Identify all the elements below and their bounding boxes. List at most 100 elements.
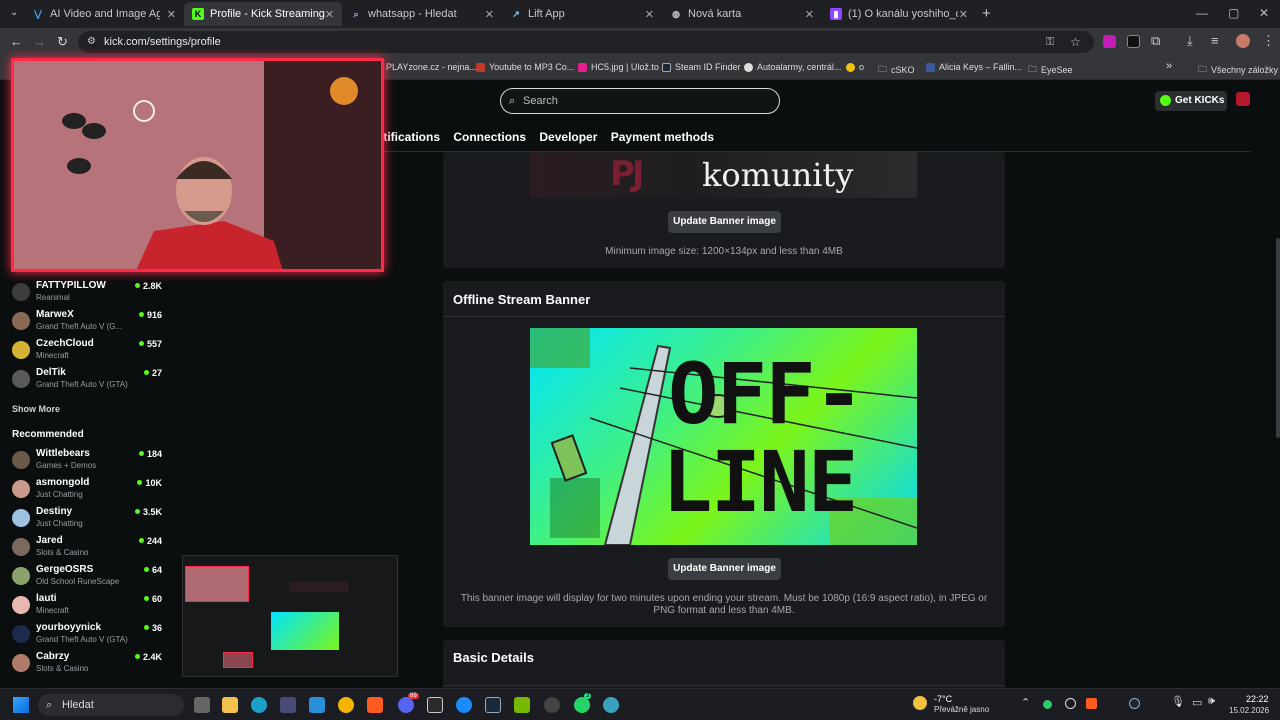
media-control-icon[interactable]: ≡ (1211, 33, 1219, 48)
user-avatar[interactable] (1236, 92, 1250, 106)
show-more-link[interactable]: Show More (12, 404, 60, 414)
autoalarmy-icon (744, 62, 753, 72)
bookmark-label: Autoalarmy, centrál... (757, 62, 842, 72)
tab-notifications[interactable]: otifications (376, 130, 440, 144)
bookmark-star-icon[interactable]: ☆ (1070, 31, 1081, 53)
get-kicks-button[interactable]: Get KICKs (1155, 91, 1227, 111)
tray-network-icon[interactable]: ▭ (1192, 696, 1202, 709)
back-arrow-icon[interactable]: ← (10, 34, 23, 49)
bookmark-alicia-keys[interactable]: Alicia Keys – Fallin... (926, 62, 1022, 72)
reload-icon[interactable]: ↻ (57, 34, 68, 50)
bookmark-csko[interactable]: 🗀 cSKO (878, 62, 915, 78)
site-info-icon[interactable]: ⚙ (87, 31, 96, 53)
forward-arrow-icon[interactable]: → (33, 34, 46, 49)
close-icon[interactable]: ✕ (805, 8, 814, 21)
tab-developer[interactable]: Developer (539, 130, 597, 144)
weather-icon[interactable] (913, 696, 927, 710)
tab-ai-video[interactable]: ⋁ AI Video and Image Agent: Aut ✕ (24, 2, 184, 26)
bookmark-autoalarmy[interactable]: Autoalarmy, centrál... (744, 62, 841, 72)
extensions-puzzle-icon[interactable]: ⧉ (1151, 33, 1160, 49)
search-input[interactable]: ⌕ Search (500, 88, 780, 114)
new-tab-plus-icon[interactable]: + (982, 5, 991, 22)
extension-purple-icon[interactable] (1103, 35, 1116, 48)
address-bar[interactable]: ⚙ kick.com/settings/profile ⚿ ☆ (78, 31, 1094, 53)
bookmark-youtube-mp3[interactable]: Youtube to MP3 Co... (476, 62, 574, 72)
bookmark-uloz-to[interactable]: HC5.jpg | Ulož.to (578, 62, 659, 72)
tray-mic-icon[interactable]: 🎙 (1171, 695, 1185, 708)
close-icon[interactable]: ✕ (325, 8, 334, 21)
obs-icon[interactable] (544, 697, 560, 713)
close-icon[interactable]: ✕ (959, 8, 968, 21)
tray-brave-icon[interactable] (1086, 698, 1097, 709)
recommended-channel[interactable]: lauti Minecraft 60 (12, 593, 162, 621)
profile-avatar[interactable] (1236, 34, 1250, 48)
vpn-icon[interactable] (456, 697, 472, 713)
tray-chevron-icon[interactable]: ⌃ (1021, 696, 1030, 709)
bookmarks-overflow-icon[interactable]: » (1166, 60, 1172, 72)
chrome-icon[interactable] (338, 697, 354, 713)
nvidia-icon[interactable] (514, 697, 530, 713)
browser-globe-icon[interactable] (603, 697, 619, 713)
close-icon[interactable]: ✕ (167, 8, 176, 21)
bookmark-all[interactable]: 🗀 Všechny záložky (1198, 62, 1278, 78)
tab-search-dropdown-icon[interactable]: ⌄ (10, 7, 18, 18)
recommended-channel[interactable]: asmongold Just Chatting 10K (12, 477, 162, 505)
tab-payment-methods[interactable]: Payment methods (611, 130, 714, 144)
clock-date[interactable]: 15.02.2026 (1229, 706, 1269, 715)
channel-game: Slots & Casino (36, 664, 89, 673)
discord-icon[interactable] (398, 697, 414, 713)
bookmark-eyesee[interactable]: 🗀 EyeSee (1028, 62, 1073, 78)
recommended-channel[interactable]: GergeOSRS Old School RuneScape 64 (12, 564, 162, 592)
tray-app-icon[interactable] (1065, 698, 1076, 709)
following-channel[interactable]: MarweX Grand Theft Auto V (G... 916 (12, 309, 162, 337)
following-channel[interactable]: FATTYPILLOW Reanimal 2.8K (12, 280, 162, 308)
menu-dots-icon[interactable]: ⋮ (1262, 33, 1275, 49)
following-channel[interactable]: CzechCloud Minecraft 557 (12, 338, 162, 366)
taskbar-search-input[interactable]: ⌕ Hledat (38, 694, 184, 716)
file-explorer-icon[interactable] (222, 697, 238, 713)
recommended-channel[interactable]: yourboyynick Grand Theft Auto V (GTA) 36 (12, 622, 162, 650)
extension-tj-icon[interactable] (1127, 35, 1140, 48)
tab-connections[interactable]: Connections (453, 130, 526, 144)
mail-icon[interactable] (309, 697, 325, 713)
bookmark-playzone[interactable]: PLAYzone.cz - nejna... (386, 62, 477, 72)
recommended-channel[interactable]: Cabrzy Slots & Casino 2.4K (12, 651, 162, 679)
recommended-channel[interactable]: Jared Slots & Casino 244 (12, 535, 162, 563)
close-window-icon[interactable]: ✕ (1259, 6, 1269, 20)
recommended-channel[interactable]: Wittlebears Games + Demos 184 (12, 448, 162, 476)
following-channel[interactable]: DelTik Grand Theft Auto V (GTA) 27 (12, 367, 162, 395)
tab-lift-app[interactable]: ↗ Lift App ✕ (502, 2, 662, 26)
tab-title: AI Video and Image Agent: Aut (50, 8, 160, 20)
update-profile-banner-button[interactable]: Update Banner image (668, 211, 781, 233)
tab-yoshiho[interactable]: ▮ (1) O kanálu yoshiho_denicek - ✕ (822, 2, 976, 26)
store-icon[interactable] (280, 697, 296, 713)
tab-kick-profile[interactable]: K Profile - Kick Streaming ✕ (184, 2, 342, 26)
close-icon[interactable]: ✕ (485, 8, 494, 21)
download-icon[interactable]: ⤓ (1187, 33, 1193, 49)
discord-badge: 99 (408, 693, 419, 699)
minimize-icon[interactable]: — (1196, 6, 1208, 20)
task-view-icon[interactable] (194, 697, 210, 713)
maximize-icon[interactable]: ▢ (1228, 6, 1239, 20)
tray-volume-icon[interactable]: 🕪 (1208, 695, 1215, 708)
update-offline-banner-button[interactable]: Update Banner image (668, 558, 781, 580)
edge-icon[interactable] (251, 697, 267, 713)
bookmark-steam-id[interactable]: Steam ID Finder (662, 62, 741, 72)
bookmark-o[interactable]: o (846, 62, 864, 72)
epic-games-icon[interactable] (427, 697, 443, 713)
tab-whatsapp-search[interactable]: ⌕ whatsapp - Hledat ✕ (342, 2, 502, 26)
whatsapp-icon[interactable] (574, 697, 590, 713)
close-icon[interactable]: ✕ (645, 8, 654, 21)
recommended-channel[interactable]: Destiny Just Chatting 3.5K (12, 506, 162, 534)
key-icon[interactable]: ⚿ (1046, 31, 1054, 53)
tray-green-dot-icon[interactable] (1043, 700, 1052, 709)
steam-icon[interactable] (485, 697, 501, 713)
windows-start-icon[interactable] (13, 697, 29, 713)
tab-new-tab[interactable]: ◍ Nová karta ✕ (662, 2, 822, 26)
page-scrollbar[interactable] (1276, 238, 1280, 438)
channel-name: asmongold (36, 477, 90, 488)
clock-time[interactable]: 22:22 (1246, 694, 1269, 704)
brave-icon[interactable] (367, 697, 383, 713)
browser-tab-bar: ⌄ ⋁ AI Video and Image Agent: Aut ✕ K Pr… (0, 0, 1280, 28)
tray-steam-icon[interactable] (1129, 698, 1140, 709)
